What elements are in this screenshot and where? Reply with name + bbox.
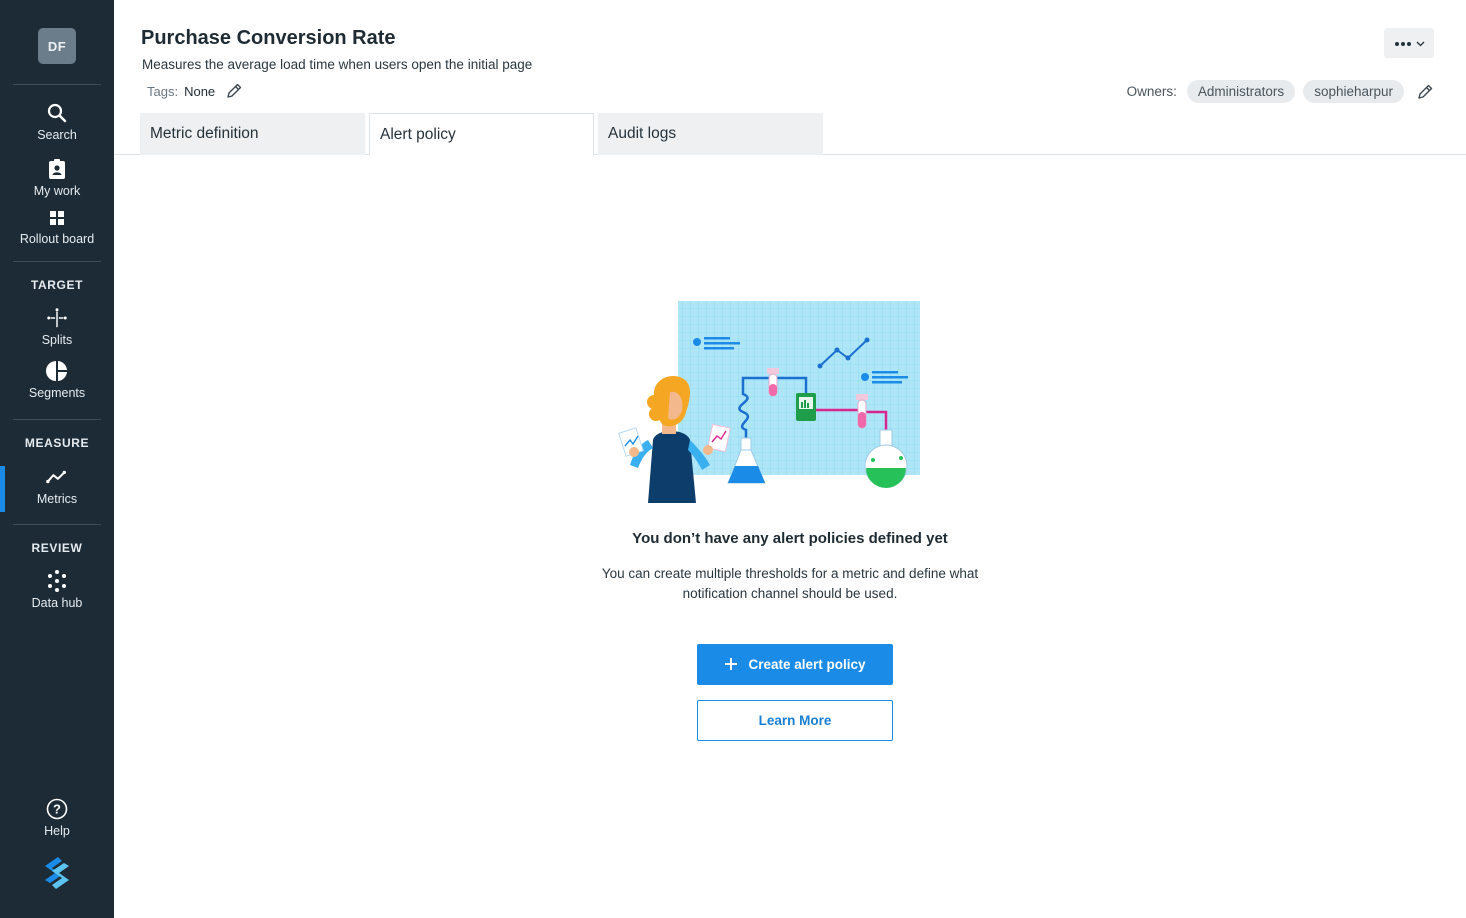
sidebar-item-label: My work	[33, 184, 81, 198]
sidebar-item-metrics[interactable]: Metrics	[0, 466, 114, 506]
page-subtitle: Measures the average load time when user…	[142, 57, 533, 72]
more-actions-button[interactable]	[1384, 28, 1434, 58]
section-label-review: REVIEW	[31, 541, 83, 555]
page-title: Purchase Conversion Rate	[141, 27, 396, 49]
metrics-icon	[46, 466, 68, 488]
sidebar-item-label: Data hub	[31, 596, 83, 610]
tab-alert-policy[interactable]: Alert policy	[369, 113, 594, 156]
sidebar-item-label: Splits	[41, 333, 73, 347]
empty-state-description-line: notification channel should be used.	[682, 586, 898, 601]
empty-state-illustration	[618, 300, 922, 506]
app-root: DF Search My work Rollout board TARGET S…	[0, 0, 1466, 918]
sidebar-item-label: Segments	[28, 386, 86, 400]
owners-label: Owners:	[1126, 84, 1177, 99]
sidebar-item-rollout-board[interactable]: Rollout board	[0, 208, 114, 246]
tags-label: Tags:	[147, 83, 179, 99]
create-alert-policy-button[interactable]: Create alert policy	[697, 644, 893, 685]
clipboard-icon	[46, 158, 68, 180]
sidebar-item-label: Metrics	[36, 492, 78, 506]
owner-chip[interactable]: sophieharpur	[1303, 80, 1404, 103]
empty-state-description: You can create multiple thresholds for a…	[590, 564, 990, 604]
search-icon	[46, 102, 68, 124]
tab-metric-definition[interactable]: Metric definition	[140, 113, 365, 155]
sidebar-item-segments[interactable]: Segments	[0, 360, 114, 400]
sidebar-item-search[interactable]: Search	[0, 102, 114, 142]
tags-value: None	[184, 83, 216, 99]
sidebar-item-splits[interactable]: Splits	[0, 307, 114, 347]
ellipsis-icon	[1394, 34, 1412, 52]
section-label-target: TARGET	[30, 278, 84, 292]
svg-text:?: ?	[53, 802, 61, 817]
section-label-measure: MEASURE	[24, 436, 90, 450]
sidebar: DF Search My work Rollout board TARGET S…	[0, 0, 114, 918]
sidebar-divider	[13, 84, 101, 85]
sidebar-divider	[13, 261, 101, 262]
sidebar-item-label: Help	[44, 824, 70, 838]
chevron-down-icon	[1416, 34, 1425, 52]
edit-tags-pencil-icon[interactable]	[225, 82, 243, 100]
brand-logo-icon	[42, 856, 72, 890]
owner-chip[interactable]: Administrators	[1186, 80, 1296, 103]
help-icon: ?	[46, 798, 68, 820]
tab-audit-logs[interactable]: Audit logs	[598, 113, 823, 155]
sidebar-divider	[13, 419, 101, 420]
empty-state-description-line: You can create multiple thresholds for a…	[601, 566, 979, 581]
split-icon	[46, 307, 68, 329]
sidebar-item-my-work[interactable]: My work	[0, 158, 114, 198]
tags-row: Tags: None	[147, 82, 243, 100]
empty-state-title: You don’t have any alert policies define…	[632, 530, 948, 547]
learn-more-button[interactable]: Learn More	[697, 700, 893, 741]
data-hub-icon	[46, 570, 68, 592]
create-alert-policy-label: Create alert policy	[748, 657, 866, 672]
user-avatar[interactable]: DF	[38, 28, 76, 64]
edit-owners-pencil-icon[interactable]	[1416, 83, 1434, 101]
plus-icon	[724, 655, 738, 675]
sidebar-item-label: Search	[37, 128, 77, 142]
sidebar-divider	[13, 524, 101, 525]
grid-icon	[46, 208, 68, 228]
sidebar-item-label: Rollout board	[19, 232, 95, 246]
segments-icon	[46, 360, 68, 382]
owners-row: Owners: Administrators sophieharpur	[1127, 80, 1434, 103]
sidebar-item-data-hub[interactable]: Data hub	[0, 570, 114, 610]
sidebar-item-help[interactable]: ? Help	[0, 798, 114, 838]
